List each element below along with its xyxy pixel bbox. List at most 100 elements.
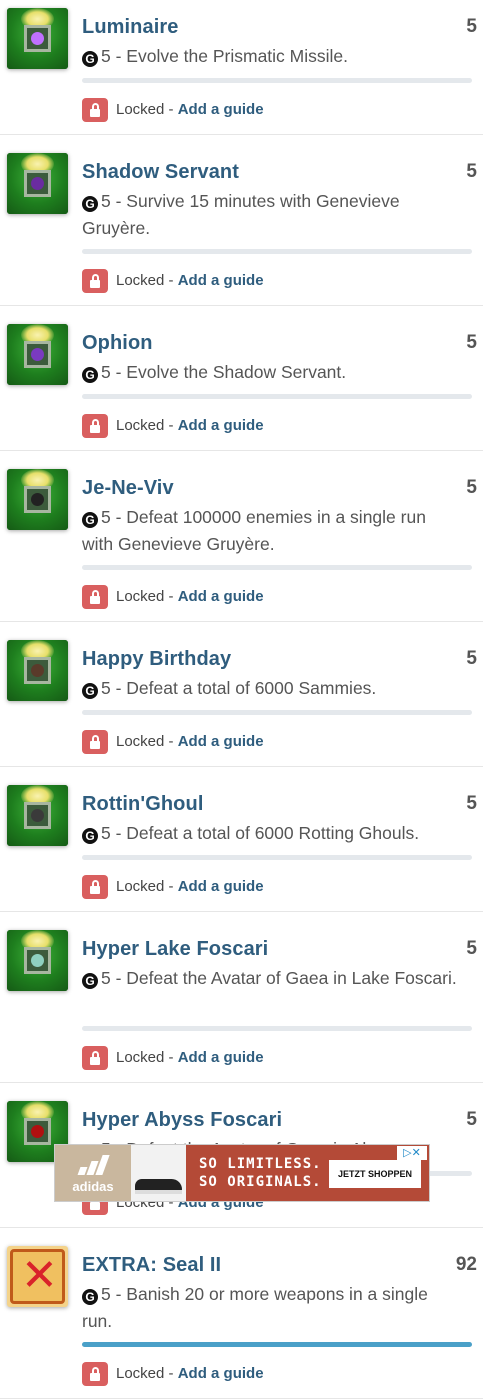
achievement-status: Locked - Add a guide xyxy=(82,730,264,755)
gamerscore-icon: G xyxy=(82,367,98,383)
achievement-description: G5 - Defeat a total of 6000 Sammies. xyxy=(82,675,457,702)
add-guide-link[interactable]: Add a guide xyxy=(178,1365,264,1382)
gamerscore-icon: G xyxy=(82,683,98,699)
achievement-description: G5 - Evolve the Shadow Servant. xyxy=(82,359,457,386)
lock-icon xyxy=(82,414,108,439)
lock-icon xyxy=(82,1362,108,1387)
achievement-status: Locked - Add a guide xyxy=(82,875,264,900)
locked-label: Locked xyxy=(116,733,165,750)
progress-bar xyxy=(82,710,472,715)
add-guide-link[interactable]: Add a guide xyxy=(178,417,264,434)
achievement-score: 5 xyxy=(466,477,477,498)
achievement-title[interactable]: Luminaire xyxy=(82,16,178,39)
add-guide-link[interactable]: Add a guide xyxy=(178,1049,264,1066)
lock-icon xyxy=(82,875,108,900)
je-ne-viv-icon xyxy=(7,469,68,530)
achievement-description: G5 - Defeat the Avatar of Gaea in Lake F… xyxy=(82,965,457,992)
achievement-title[interactable]: Hyper Abyss Foscari xyxy=(82,1109,282,1132)
add-guide-link[interactable]: Add a guide xyxy=(178,733,264,750)
ad-slogan: SO LIMITLESS. SO ORIGINALS. xyxy=(199,1156,322,1190)
gamerscore-icon: G xyxy=(82,512,98,528)
add-guide-link[interactable]: Add a guide xyxy=(178,588,264,605)
progress-bar xyxy=(82,565,472,570)
achievement-item[interactable]: Rottin'Ghoul 5 G 5 - Defeat a total of 6000… xyxy=(0,767,483,912)
ad-brand-name: adidas xyxy=(72,1179,114,1194)
seal-icon: ✕ xyxy=(7,1246,68,1307)
achievement-score: 5 xyxy=(466,938,477,959)
ad-cta-button[interactable]: JETZT SHOPPEN xyxy=(329,1160,421,1188)
lock-icon xyxy=(82,269,108,294)
ad-shoe-image xyxy=(131,1145,186,1201)
shadow-servant-icon xyxy=(7,153,68,214)
achievement-score: 5 xyxy=(466,1109,477,1130)
achievement-status: Locked - Add a guide xyxy=(82,98,264,123)
progress-bar xyxy=(82,249,472,254)
lock-icon xyxy=(82,585,108,610)
achievement-item[interactable]: Hyper Lake Foscari 5 G 5 - Defeat the Avata… xyxy=(0,912,483,1083)
achievement-title[interactable]: Je-Ne-Viv xyxy=(82,477,174,500)
achievement-score: 5 xyxy=(466,16,477,37)
locked-label: Locked xyxy=(116,417,165,434)
gamerscore-icon: G xyxy=(82,828,98,844)
lock-icon xyxy=(82,1046,108,1071)
lock-icon xyxy=(82,98,108,123)
prismatic-missile-icon xyxy=(7,8,68,69)
add-guide-link[interactable]: Add a guide xyxy=(178,878,264,895)
ophion-icon xyxy=(7,324,68,385)
hyper-lake-icon xyxy=(7,930,68,991)
rottin-ghoul-icon xyxy=(7,785,68,846)
achievement-score: 5 xyxy=(466,161,477,182)
progress-fill xyxy=(82,1342,472,1347)
achievement-item[interactable]: Happy Birthday 5 G 5 - Defeat a total of 60… xyxy=(0,622,483,767)
achievement-item[interactable]: Shadow Servant 5 G 5 - Survive 15 minutes w… xyxy=(0,135,483,306)
achievement-description: G5 - Survive 15 minutes with Genevieve G… xyxy=(82,191,400,238)
achievement-title[interactable]: EXTRA: Seal II xyxy=(82,1254,221,1277)
achievement-score: 92 xyxy=(455,1254,477,1275)
achievement-status: Locked - Add a guide xyxy=(82,269,264,294)
ad-brand-area: adidas xyxy=(55,1145,131,1201)
achievement-score: 5 xyxy=(466,332,477,353)
progress-bar xyxy=(82,78,472,83)
lock-icon xyxy=(82,730,108,755)
progress-bar xyxy=(82,1342,472,1347)
achievement-item[interactable]: Je-Ne-Viv 5 G 5 - Defeat 100000 enemies in … xyxy=(0,451,483,622)
locked-label: Locked xyxy=(116,878,165,895)
achievement-title[interactable]: Ophion xyxy=(82,332,153,355)
achievement-description: G5 - Evolve the Prismatic Missile. xyxy=(82,43,457,70)
gamerscore-icon: G xyxy=(82,51,98,67)
achievement-description: G5 - Defeat 100000 enemies in a single r… xyxy=(82,507,426,554)
achievement-status: Locked - Add a guide xyxy=(82,414,264,439)
gamerscore-icon: G xyxy=(82,1289,98,1305)
achievement-status: Locked - Add a guide xyxy=(82,1362,264,1387)
achievement-score: 5 xyxy=(466,793,477,814)
achievement-status: Locked - Add a guide xyxy=(82,1046,264,1071)
x-icon: ✕ xyxy=(21,1251,58,1300)
achievement-description: G5 - Banish 20 or more weapons in a sing… xyxy=(82,1284,428,1331)
achievement-score: 5 xyxy=(466,648,477,669)
locked-label: Locked xyxy=(116,101,165,118)
achievement-title[interactable]: Shadow Servant xyxy=(82,161,239,184)
progress-bar xyxy=(82,855,472,860)
advertisement-banner[interactable]: adidas SO LIMITLESS. SO ORIGINALS. JETZT … xyxy=(54,1144,430,1202)
locked-label: Locked xyxy=(116,588,165,605)
achievement-title[interactable]: Happy Birthday xyxy=(82,648,231,671)
progress-bar xyxy=(82,1026,472,1031)
locked-label: Locked xyxy=(116,1049,165,1066)
add-guide-link[interactable]: Add a guide xyxy=(178,101,264,118)
add-guide-link[interactable]: Add a guide xyxy=(178,272,264,289)
gamerscore-icon: G xyxy=(82,196,98,212)
achievement-item[interactable]: ✕ EXTRA: Seal II 92 G 5 - Banish 20 or more … xyxy=(0,1228,483,1399)
achievement-title[interactable]: Rottin'Ghoul xyxy=(82,793,203,816)
happy-birthday-icon xyxy=(7,640,68,701)
achievement-title[interactable]: Hyper Lake Foscari xyxy=(82,938,268,961)
achievement-item[interactable]: Luminaire 5 G 5 - Evolve the Prismatic Miss… xyxy=(0,0,483,135)
locked-label: Locked xyxy=(116,1365,165,1382)
achievement-description: G5 - Defeat a total of 6000 Rotting Ghou… xyxy=(82,820,457,847)
locked-label: Locked xyxy=(116,272,165,289)
ad-choices-icon[interactable]: ▷✕ xyxy=(397,1146,427,1160)
adidas-logo-icon xyxy=(77,1155,110,1175)
gamerscore-icon: G xyxy=(82,973,98,989)
progress-bar xyxy=(82,394,472,399)
achievement-status: Locked - Add a guide xyxy=(82,585,264,610)
achievement-item[interactable]: Ophion 5 G 5 - Evolve the Shadow Servant. Lo… xyxy=(0,306,483,451)
